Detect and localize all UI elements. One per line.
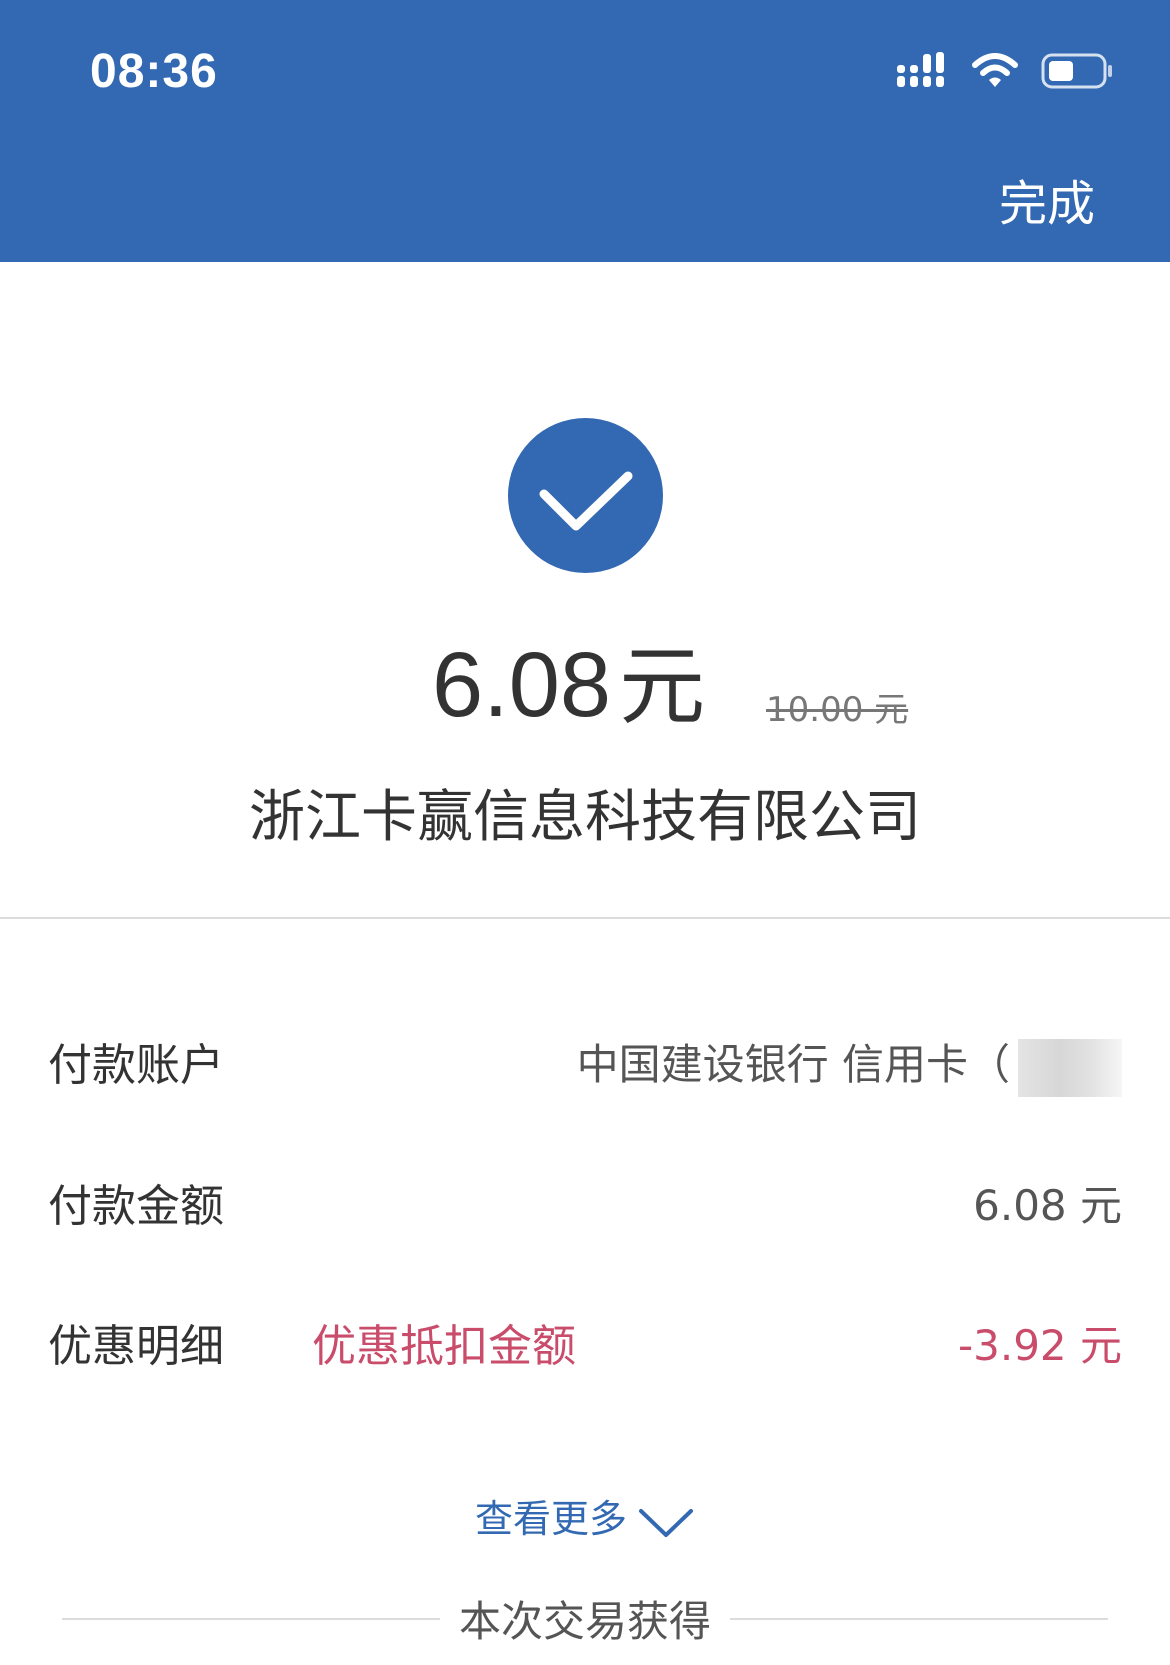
original-amount: 10.00 元 [766,690,909,730]
done-button[interactable]: 完成 [999,164,1095,234]
see-more-label: 查看更多 [474,1497,627,1541]
section-divider-right [730,1618,1108,1620]
app-header: 08:36 完成 [0,0,1170,262]
transaction-rewards-section: 本次交易获得 [0,1588,1170,1648]
chevron-down-icon [639,1508,693,1537]
status-bar-time: 08:36 [90,45,218,98]
status-bar-icons [897,52,1115,90]
discount-deduction-value: -3.92 元 [957,1321,1122,1370]
discount-deduction-label: 优惠抵扣金额 [312,1321,576,1372]
payment-amount-row: 付款金额 6.08 元 [0,1158,1170,1238]
see-more-button[interactable]: 查看更多 [0,1488,1170,1543]
cellular-signal-icon [897,52,944,87]
payment-amount-value: 6.08 元 [973,1181,1122,1230]
paid-amount: 6.08元 [432,630,705,742]
payment-amount-label: 付款金额 [48,1181,224,1232]
discount-detail-label: 优惠明细 [48,1321,224,1372]
payment-account-row: 付款账户 中国建设银行 信用卡（ [0,1017,1170,1097]
paid-amount-value: 6.08 [432,634,612,736]
discount-detail-row: 优惠明细 优惠抵扣金额 -3.92 元 [0,1298,1170,1378]
masked-card-number [1018,1038,1122,1097]
battery-icon [1041,53,1112,89]
divider [0,917,1170,919]
payment-account-value: 中国建设银行 信用卡（ [577,1031,1122,1097]
payment-amount-summary: 6.08元 10.00 元 [0,630,1170,740]
checkmark-circle-icon [508,418,663,573]
payment-account-text: 中国建设银行 信用卡（ [576,1040,1010,1089]
merchant-name: 浙江卡赢信息科技有限公司 [249,785,921,850]
payment-account-label: 付款账户 [48,1040,224,1091]
wifi-icon [972,53,1018,87]
paid-amount-unit: 元 [619,639,706,735]
